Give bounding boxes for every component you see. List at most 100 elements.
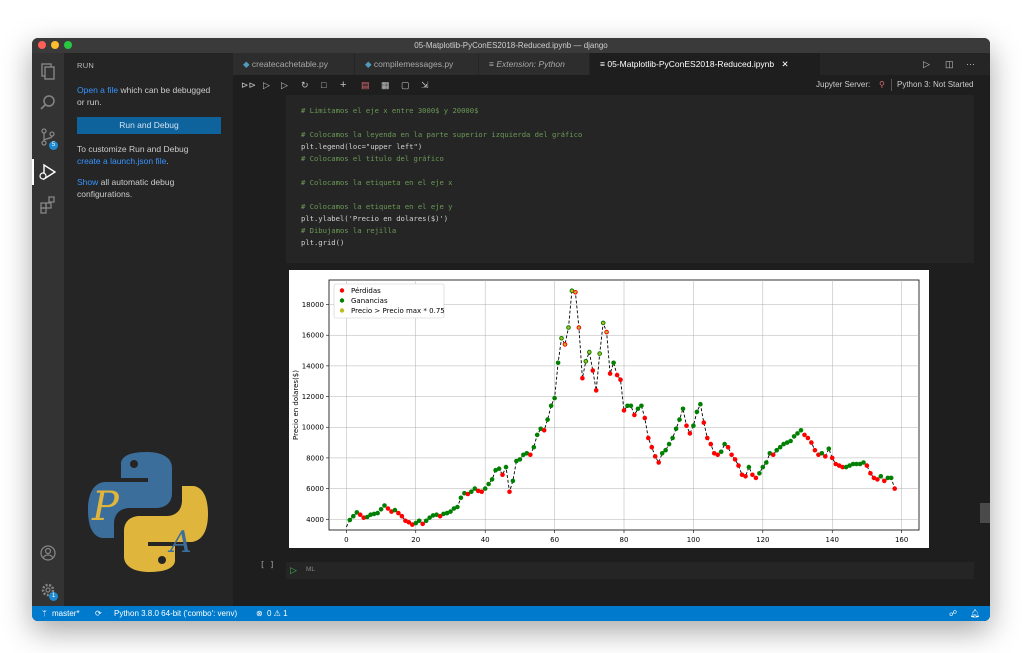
- settings-badge: 1: [49, 592, 58, 601]
- code-cell[interactable]: # Limitamos el eje x entre 3000$ y 20000…: [286, 95, 974, 263]
- active-indicator: [32, 159, 34, 185]
- problems-counter[interactable]: 0 ⚠ 1: [267, 606, 288, 621]
- gain-point: [698, 401, 703, 407]
- gain-point: [448, 509, 453, 514]
- clear-outputs-icon[interactable]: ▤: [361, 75, 370, 95]
- extensions-icon[interactable]: [38, 195, 58, 215]
- loss-point: [812, 447, 818, 453]
- open-file-text: Open a file which can be debugged or run…: [77, 84, 227, 108]
- accounts-icon[interactable]: [38, 543, 58, 563]
- code-line: plt.grid(): [301, 238, 345, 247]
- loss-point: [809, 440, 814, 445]
- search-icon[interactable]: [38, 93, 58, 113]
- create-launch-json-link[interactable]: create a launch.json file: [77, 156, 166, 166]
- python-file-icon: ◆: [243, 59, 250, 69]
- open-file-link[interactable]: Open a file: [77, 85, 118, 95]
- bell-icon[interactable]: 🔔︎: [970, 606, 980, 621]
- code-line: plt.legend(loc="upper left"): [301, 142, 423, 151]
- loss-point: [621, 408, 627, 413]
- run-sidebar: RUN Open a file which can be debugged or…: [64, 53, 233, 606]
- code-line: # Colocamos la etiqueta en el eje x: [301, 178, 453, 187]
- variables-icon[interactable]: ▦: [381, 75, 390, 95]
- loss-point: [580, 375, 585, 381]
- run-below-icon[interactable]: ▷: [281, 75, 288, 95]
- loss-point: [701, 420, 707, 425]
- gain-point: [351, 513, 356, 519]
- loss-point: [750, 472, 755, 478]
- save-icon[interactable]: ▢: [401, 75, 410, 95]
- interrupt-kernel-icon[interactable]: □: [321, 75, 326, 95]
- export-icon[interactable]: ⇲: [421, 75, 429, 95]
- gain-point: [764, 460, 769, 465]
- customize-line: To customize Run and Debug: [77, 144, 189, 154]
- customize-text: To customize Run and Debug create a laun…: [77, 143, 227, 167]
- interpreter-label[interactable]: Python 3.8.0 64-bit ('combo': venv): [114, 606, 237, 621]
- branch-label[interactable]: master*: [52, 606, 80, 621]
- gain-point: [788, 438, 793, 444]
- loss-point: [399, 513, 405, 519]
- loss-point: [607, 371, 613, 376]
- x-tick-label: 40: [481, 536, 490, 544]
- zoom-window-button[interactable]: [64, 41, 72, 49]
- server-status-icon[interactable]: ⚲: [879, 75, 885, 95]
- run-and-debug-button[interactable]: Run and Debug: [77, 117, 221, 134]
- code-line: plt.ylabel('Precio en dolares($)'): [301, 214, 449, 223]
- tab-createcachetable[interactable]: ◆ createcachetable.py: [233, 53, 354, 75]
- jupyter-server-label: Jupyter Server:: [816, 80, 871, 89]
- notebook-editor: # Limitamos el eje x entre 3000$ y 20000…: [233, 95, 990, 606]
- loss-point: [753, 475, 759, 481]
- x-tick-label: 100: [687, 536, 700, 544]
- notebook-toolbar: ⊳⊳ ▷ ▷ ↻ □ + ▤ ▦ ▢ ⇲ Jupyter Server: ⚲ P…: [233, 75, 990, 95]
- high-price-point: [567, 326, 570, 329]
- legend-entry: Ganancias: [351, 297, 388, 305]
- sidebar-header: RUN: [77, 61, 95, 70]
- empty-code-cell[interactable]: ▷ ML: [286, 562, 974, 579]
- toolbar-divider: [891, 79, 892, 91]
- feedback-icon[interactable]: ☍: [949, 606, 957, 621]
- gain-point: [534, 432, 540, 438]
- loss-point: [593, 388, 599, 393]
- tab-notebook[interactable]: ≡ 05-Matplotlib-PyConES2018-Reduced.ipyn…: [590, 53, 820, 75]
- branch-icon: ᛘ: [42, 609, 47, 618]
- sync-icon[interactable]: ⟳: [95, 606, 102, 621]
- gain-point: [496, 466, 502, 471]
- run-above-icon[interactable]: ▷: [263, 75, 270, 95]
- gain-point: [888, 475, 894, 481]
- explorer-icon[interactable]: [38, 61, 58, 81]
- run-cell-icon[interactable]: ▷: [290, 565, 297, 576]
- gain-point: [718, 449, 724, 455]
- cell-prompt: [ ]: [260, 560, 275, 569]
- gain-point: [826, 446, 832, 451]
- gain-point: [774, 447, 779, 453]
- loss-point: [642, 415, 648, 421]
- minimize-window-button[interactable]: [51, 41, 59, 49]
- run-all-icon[interactable]: ⊳⊳: [241, 75, 256, 95]
- scrollbar-thumb[interactable]: [980, 503, 990, 523]
- gain-point: [510, 478, 516, 484]
- run-debug-icon[interactable]: [38, 162, 58, 182]
- gain-point: [746, 464, 752, 470]
- loss-point: [729, 452, 734, 458]
- python-file-icon: ◆: [365, 59, 372, 69]
- restart-kernel-icon[interactable]: ↻: [301, 75, 309, 95]
- gain-point: [552, 395, 557, 401]
- extension-icon: ≡: [489, 59, 494, 69]
- run-file-icon[interactable]: ▷: [923, 53, 930, 75]
- y-tick-label: 6000: [306, 485, 324, 493]
- legend-marker: [339, 298, 345, 303]
- loss-point: [652, 454, 658, 459]
- split-editor-icon[interactable]: ◫: [945, 53, 954, 75]
- code-block[interactable]: # Limitamos el eje x entre 3000$ y 20000…: [301, 105, 582, 249]
- tab-extension-python[interactable]: ≡ Extension: Python: [479, 53, 589, 75]
- close-window-button[interactable]: [38, 41, 46, 49]
- gain-point: [659, 451, 665, 456]
- more-actions-icon[interactable]: ···: [966, 53, 975, 75]
- loss-point: [705, 435, 710, 441]
- add-cell-icon[interactable]: +: [340, 75, 346, 95]
- kernel-status[interactable]: Python 3: Not Started: [897, 75, 974, 95]
- tab-compilemessages[interactable]: ◆ compilemessages.py: [355, 53, 478, 75]
- show-configs-link[interactable]: Show: [77, 177, 98, 187]
- code-line: # Colocamos el título del gráfico: [301, 154, 444, 163]
- close-tab-icon[interactable]: ✕: [782, 59, 789, 69]
